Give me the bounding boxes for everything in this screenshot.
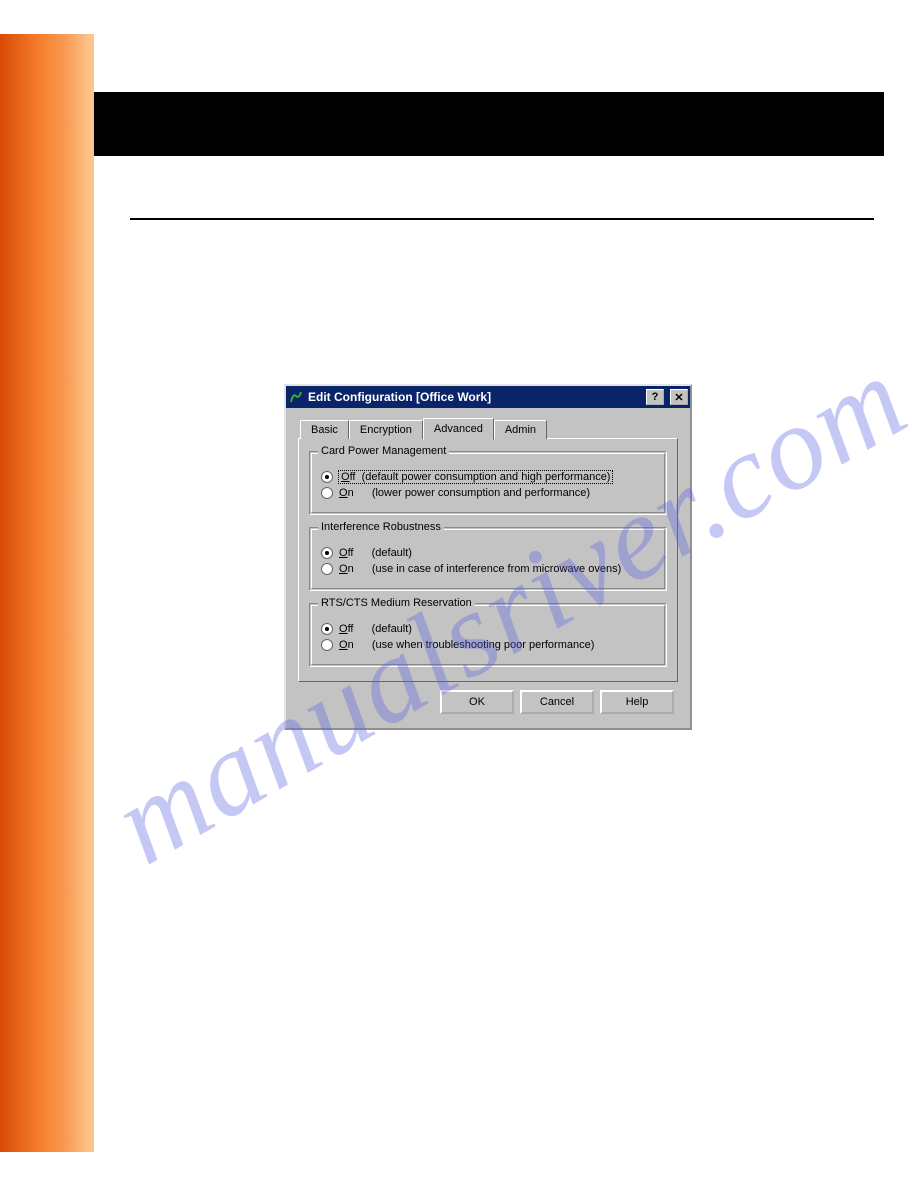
radio-label: Off xyxy=(341,471,355,483)
radio-icon xyxy=(321,547,333,559)
radio-desc: (default) xyxy=(372,547,412,559)
document-orange-sidebar xyxy=(0,34,94,1152)
radio-interference-off[interactable]: Off (default) xyxy=(321,547,655,559)
edit-configuration-dialog: Edit Configuration [Office Work] ? ✕ Bas… xyxy=(284,384,692,730)
radio-label: Off xyxy=(339,623,353,635)
radio-rts-on[interactable]: On (use when troubleshooting poor perfor… xyxy=(321,639,655,651)
group-legend: Card Power Management xyxy=(318,445,449,457)
tab-advanced[interactable]: Advanced xyxy=(423,418,494,440)
radio-desc: (use when troubleshooting poor performan… xyxy=(372,639,595,651)
dialog-title: Edit Configuration [Office Work] xyxy=(308,390,640,404)
titlebar[interactable]: Edit Configuration [Office Work] ? ✕ xyxy=(286,386,690,408)
radio-label: On xyxy=(339,639,354,651)
radio-desc: (default) xyxy=(372,623,412,635)
group-legend: RTS/CTS Medium Reservation xyxy=(318,597,475,609)
group-card-power-management: Card Power Management Off (default power… xyxy=(309,451,667,515)
radio-power-off[interactable]: Off (default power consumption and high … xyxy=(321,471,655,483)
document-header-bar xyxy=(94,92,884,156)
radio-icon xyxy=(321,639,333,651)
tab-panel-advanced: Card Power Management Off (default power… xyxy=(298,438,678,682)
page: manualsriver.com Edit Configuration [Off… xyxy=(0,0,918,1188)
help-button[interactable]: Help xyxy=(600,690,674,714)
tab-admin[interactable]: Admin xyxy=(494,420,547,439)
radio-icon xyxy=(321,623,333,635)
ok-button[interactable]: OK xyxy=(440,690,514,714)
radio-interference-on[interactable]: On (use in case of interference from mic… xyxy=(321,563,655,575)
dialog-body: Basic Encryption Advanced Admin Card Pow… xyxy=(286,408,690,728)
dialog-container: Edit Configuration [Office Work] ? ✕ Bas… xyxy=(284,384,692,730)
horizontal-rule xyxy=(130,218,874,220)
dialog-button-row: OK Cancel Help xyxy=(298,682,678,716)
cancel-button[interactable]: Cancel xyxy=(520,690,594,714)
close-button[interactable]: ✕ xyxy=(670,389,688,405)
radio-label: On xyxy=(339,487,354,499)
app-icon xyxy=(288,389,304,405)
radio-icon xyxy=(321,563,333,575)
radio-power-on[interactable]: On (lower power consumption and performa… xyxy=(321,487,655,499)
radio-desc: (default power consumption and high perf… xyxy=(362,471,611,483)
tab-strip: Basic Encryption Advanced Admin xyxy=(298,418,678,439)
tab-encryption[interactable]: Encryption xyxy=(349,420,423,439)
group-legend: Interference Robustness xyxy=(318,521,444,533)
radio-desc: (use in case of interference from microw… xyxy=(372,563,621,575)
radio-icon xyxy=(321,487,333,499)
radio-icon xyxy=(321,471,333,483)
radio-label: On xyxy=(339,563,354,575)
tab-basic[interactable]: Basic xyxy=(300,420,349,439)
group-interference-robustness: Interference Robustness Off (default) On… xyxy=(309,527,667,591)
help-titlebar-button[interactable]: ? xyxy=(646,389,664,405)
radio-label: Off xyxy=(339,547,353,559)
radio-desc: (lower power consumption and performance… xyxy=(372,487,590,499)
group-rts-cts: RTS/CTS Medium Reservation Off (default)… xyxy=(309,603,667,667)
radio-rts-off[interactable]: Off (default) xyxy=(321,623,655,635)
